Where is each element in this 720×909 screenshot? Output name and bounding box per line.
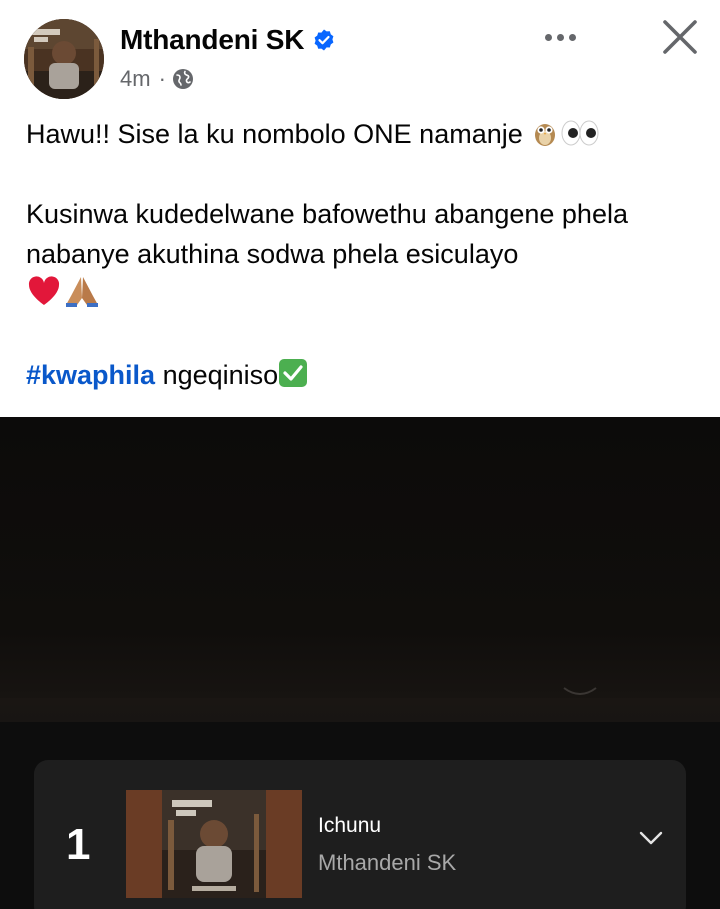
close-button[interactable] xyxy=(655,12,705,62)
check-mark-button-emoji-icon xyxy=(278,358,308,388)
author-row: Mthandeni SK xyxy=(120,22,336,58)
post-header: Mthandeni SK 4m · xyxy=(0,0,720,110)
avatar[interactable] xyxy=(24,19,104,99)
loading-curve-icon xyxy=(563,687,597,695)
globe-icon[interactable] xyxy=(172,68,194,90)
eyes-emoji-icon xyxy=(560,118,600,148)
chevron-down-icon[interactable] xyxy=(636,828,666,848)
post-line-3: #kwaphila ngeqiniso xyxy=(26,355,696,395)
album-cover-art xyxy=(126,790,302,898)
chart-rank: 1 xyxy=(66,820,91,869)
author-name[interactable]: Mthandeni SK xyxy=(120,24,304,56)
track-artist[interactable]: Mthandeni SK xyxy=(318,850,456,876)
red-heart-emoji-icon xyxy=(26,274,62,308)
hashtag-link[interactable]: #kwaphila xyxy=(26,360,155,390)
avatar-image xyxy=(24,19,104,99)
media-video-area[interactable] xyxy=(0,417,720,722)
post-timestamp[interactable]: 4m xyxy=(120,66,151,92)
more-dots-icon xyxy=(544,33,552,41)
post-meta: 4m · xyxy=(120,64,194,94)
chart-entry-card[interactable]: 1 Ichunu Mthandeni SK xyxy=(34,760,686,909)
post-media[interactable]: 1 Ichunu Mthandeni SK xyxy=(0,417,720,909)
verified-badge-icon xyxy=(312,28,336,52)
more-options-button[interactable] xyxy=(532,20,588,54)
post-line-2: Kusinwa kudedelwane bafowethu abangene p… xyxy=(26,194,696,315)
post-line-1: Hawu!! Sise la ku nombolo ONE namanje xyxy=(26,114,696,154)
close-icon xyxy=(663,20,697,54)
music-chart-panel: 1 Ichunu Mthandeni SK xyxy=(0,722,720,909)
folded-hands-emoji-icon xyxy=(62,274,102,308)
meta-separator: · xyxy=(158,66,166,91)
post-body: Hawu!! Sise la ku nombolo ONE namanje Ku… xyxy=(26,114,696,395)
track-title[interactable]: Ichunu xyxy=(318,814,381,838)
owl-emoji-icon xyxy=(530,118,560,148)
